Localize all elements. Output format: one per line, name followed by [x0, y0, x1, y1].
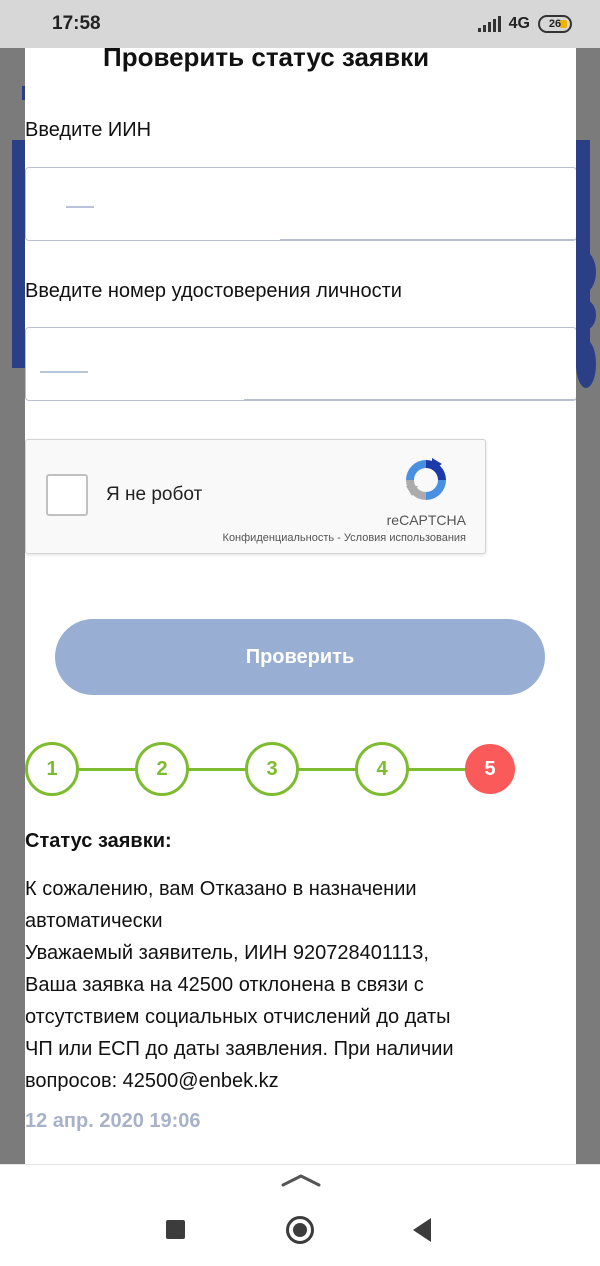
- status-date: 12 апр. 2020 19:06: [25, 1110, 201, 1132]
- step-connector: [405, 768, 467, 771]
- recaptcha-widget: Я не робот reCAPTCHA Конфиденциальность …: [25, 439, 486, 554]
- step-1: 1: [25, 742, 79, 796]
- status-heading: Статус заявки:: [25, 830, 172, 852]
- check-status-button[interactable]: Проверить: [55, 619, 545, 695]
- step-3: 3: [245, 742, 299, 796]
- status-line: Уважаемый заявитель, ИИН 920728401113,: [25, 942, 429, 964]
- recaptcha-link-separator: -: [334, 532, 344, 544]
- id-number-input[interactable]: [25, 327, 576, 401]
- status-check-modal: Проверить статус заявки Введите ИИН Введ…: [25, 48, 576, 1164]
- status-line: К сожалению, вам Отказано в назначении: [25, 878, 417, 900]
- status-bar: 17:58 4G 26: [0, 0, 600, 48]
- input-underline: [280, 239, 576, 240]
- status-line: ЧП или ЕСП до даты заявления. При наличи…: [25, 1038, 454, 1060]
- home-icon[interactable]: [286, 1216, 314, 1244]
- background-shape: [576, 340, 596, 388]
- status-line: вопросов: 42500@enbek.kz: [25, 1070, 279, 1092]
- step-2: 2: [135, 742, 189, 796]
- recaptcha-label: Я не робот: [106, 484, 203, 505]
- step-connector: [295, 768, 357, 771]
- status-indicators: 4G 26: [477, 15, 572, 33]
- status-line: отсутствием социальных отчислений до дат…: [25, 1006, 451, 1028]
- step-connector: [75, 768, 137, 771]
- recaptcha-terms-link[interactable]: Условия использования: [344, 532, 466, 544]
- background-shape: [574, 300, 596, 330]
- battery-level: 26: [548, 18, 562, 30]
- battery-icon: 26: [538, 15, 572, 33]
- signal-icon: [477, 16, 501, 32]
- progress-steps: 1 2 3 4 5: [25, 742, 525, 796]
- recaptcha-privacy-link[interactable]: Конфиденциальность: [223, 532, 335, 544]
- input-underline: [244, 399, 576, 400]
- id-number-label: Введите номер удостоверения личности: [25, 280, 402, 302]
- recaptcha-logo-icon: [406, 458, 446, 500]
- input-cursor: [40, 371, 88, 373]
- status-line: автоматически: [25, 910, 163, 932]
- step-connector: [185, 768, 247, 771]
- recaptcha-brand: reCAPTCHA: [386, 512, 466, 528]
- iin-input[interactable]: [25, 167, 576, 241]
- recent-apps-icon[interactable]: [166, 1220, 185, 1239]
- step-4: 4: [355, 742, 409, 796]
- recaptcha-checkbox[interactable]: [46, 474, 88, 516]
- step-5-current: 5: [465, 744, 515, 794]
- status-line: Ваша заявка на 42500 отклонена в связи с: [25, 974, 424, 996]
- recaptcha-links: Конфиденциальность - Условия использован…: [223, 532, 466, 544]
- modal-title: Проверить статус заявки: [103, 48, 430, 72]
- status-message: К сожалению, вам Отказано в назначении а…: [25, 873, 525, 1097]
- chevron-up-icon[interactable]: [281, 1172, 321, 1188]
- status-time: 17:58: [52, 13, 101, 34]
- back-icon[interactable]: [413, 1218, 431, 1242]
- network-type: 4G: [508, 15, 530, 32]
- input-cursor: [66, 206, 94, 208]
- iin-label: Введите ИИН: [25, 119, 152, 141]
